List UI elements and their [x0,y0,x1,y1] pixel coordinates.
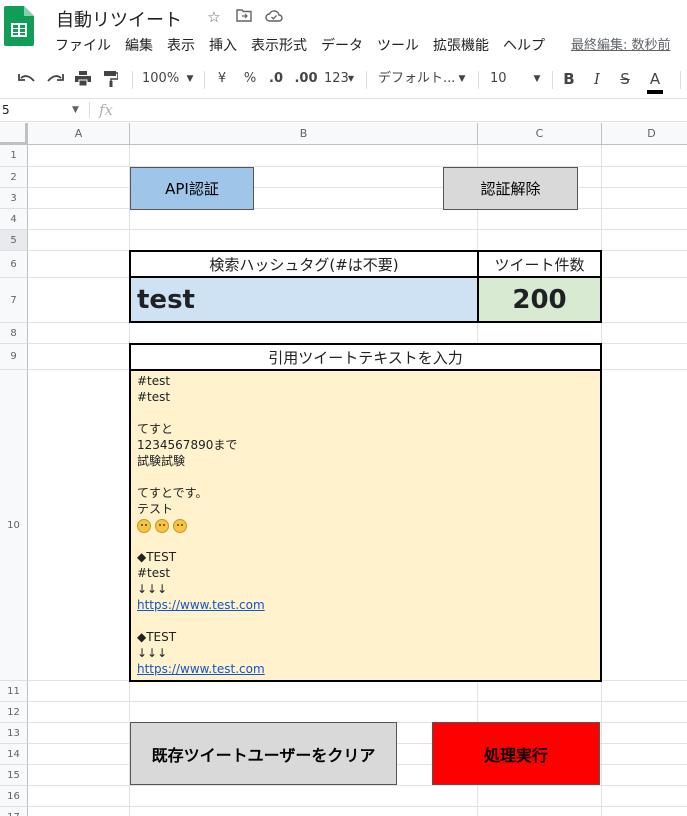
formula-bar: 5 ▼ fx [0,98,687,122]
tweet-count-label-cell[interactable]: ツイート件数 [477,250,602,278]
zoom-dropdown-icon[interactable]: ▼ [184,64,196,94]
zoom-select[interactable]: 100% [142,64,179,94]
quote-text-input-cell[interactable]: #test #test てすと 1234567890まで 試験試験 てすとです。… [129,369,602,682]
menu-view[interactable]: 表示 [160,35,202,57]
star-icon[interactable]: ☆ [205,8,223,26]
menu-data[interactable]: データ [314,35,370,57]
text-color-icon[interactable]: A [644,64,666,94]
decrease-decimal-button[interactable]: .0 [266,64,286,94]
quote-link[interactable]: https://www.test.com [137,597,265,613]
paint-format-icon[interactable] [98,64,124,94]
row-header-2[interactable]: 2 [0,167,28,188]
bold-icon[interactable]: B [560,64,578,94]
quote-emoji-line [137,517,191,533]
sheets-logo-icon[interactable] [4,6,34,46]
last-edit-link[interactable]: 最終編集: 数秒前 [571,35,671,57]
row-header-8[interactable]: 8 [0,323,28,344]
api-auth-button[interactable]: API認証 [130,167,254,210]
font-size-dropdown-icon[interactable]: ▼ [531,64,543,94]
confused-face-icon [173,518,187,533]
undo-icon[interactable] [14,64,40,94]
quote-line: てすとです。 [137,486,208,500]
title-bar: 自動リツイート ☆ ファイル 編集 表示 挿入 表示形式 データ ツール 拡張機… [0,0,687,60]
font-family-select[interactable]: デフォルト... [378,64,455,94]
menu-insert[interactable]: 挿入 [202,35,244,57]
clear-existing-users-button[interactable]: 既存ツイートユーザーをクリア [130,722,397,785]
row-header-17[interactable]: 17 [0,807,28,816]
quote-line: ↓↓↓ [137,582,168,596]
menu-format[interactable]: 表示形式 [244,35,314,57]
italic-icon[interactable]: I [588,64,606,94]
hashtag-label-cell[interactable]: 検索ハッシュタグ(#は不要) [129,250,479,278]
currency-format-button[interactable]: ¥ [214,64,230,94]
redo-icon[interactable] [42,64,68,94]
quote-line: ◆TEST [137,630,177,644]
strikethrough-icon[interactable]: S [616,64,634,94]
row-header-14[interactable]: 14 [0,744,28,765]
quote-line: てすと [137,422,174,436]
menu-help[interactable]: ヘルプ [496,35,552,57]
row-header-11[interactable]: 11 [0,681,28,702]
tweet-count-input-cell[interactable]: 200 [477,276,602,323]
font-size-select[interactable]: 10 [490,64,510,94]
quote-line: ↓↓↓ [137,646,168,660]
number-format-dropdown-icon[interactable]: ▼ [346,64,356,94]
column-header-c[interactable]: C [478,123,602,145]
menu-tools[interactable]: ツール [370,35,426,57]
cloud-status-icon[interactable] [265,8,283,26]
column-header-row: A B C D [0,123,687,145]
row-header-10[interactable]: 10 [0,370,28,681]
spreadsheet-grid[interactable]: A B C D 1 2 3 4 5 6 7 8 9 10 11 12 13 14… [0,123,687,816]
number-format-select[interactable]: 123 [324,64,349,94]
column-header-a[interactable]: A [28,123,130,145]
formula-input[interactable] [130,99,687,121]
quote-line: 1234567890まで [137,438,238,452]
run-process-button[interactable]: 処理実行 [432,722,600,785]
row-header-9[interactable]: 9 [0,344,28,370]
quote-line: 試験試験 [137,454,186,468]
quote-link[interactable]: https://www.test.com [137,661,265,677]
column-header-b[interactable]: B [130,123,478,145]
quote-line: #test [137,390,171,404]
quote-line: ◆TEST [137,550,177,564]
menu-extensions[interactable]: 拡張機能 [426,35,496,57]
row-header-3[interactable]: 3 [0,188,28,209]
font-dropdown-icon[interactable]: ▼ [456,64,468,94]
row-header-13[interactable]: 13 [0,723,28,744]
print-icon[interactable] [70,64,96,94]
menu-bar: ファイル 編集 表示 挿入 表示形式 データ ツール 拡張機能 ヘルプ [48,35,552,57]
quote-line: #test [137,374,171,388]
row-header-15[interactable]: 15 [0,765,28,786]
slightly-smiling-face-icon [137,518,151,533]
folder-move-icon[interactable] [235,8,253,26]
row-header-6[interactable]: 6 [0,251,28,278]
row-header-5[interactable]: 5 [0,230,28,251]
deauth-button[interactable]: 認証解除 [443,167,578,210]
fx-icon: fx [99,101,114,119]
row-header-4[interactable]: 4 [0,209,28,230]
toolbar: 100% ▼ ¥ % .0 .00 123 ▼ デフォルト... ▼ 10 ▼ … [0,64,687,94]
select-all-corner[interactable] [0,123,28,145]
menu-file[interactable]: ファイル [48,35,118,57]
row-header-16[interactable]: 16 [0,786,28,807]
quote-text-label-cell[interactable]: 引用ツイートテキストを入力 [129,343,602,371]
row-header-7[interactable]: 7 [0,278,28,323]
row-header-12[interactable]: 12 [0,702,28,723]
quote-line: #test [137,566,171,580]
percent-format-button[interactable]: % [242,64,258,94]
column-header-d[interactable]: D [602,123,687,145]
menu-edit[interactable]: 編集 [118,35,160,57]
increase-decimal-button[interactable]: .00 [294,64,318,94]
hashtag-input-cell[interactable]: test [129,276,479,323]
quote-line: テスト [137,502,174,516]
row-header-1[interactable]: 1 [0,145,28,167]
smiling-face-icon [155,518,169,533]
name-box-dropdown-icon[interactable]: ▼ [72,99,79,121]
document-title[interactable]: 自動リツイート [56,6,182,32]
